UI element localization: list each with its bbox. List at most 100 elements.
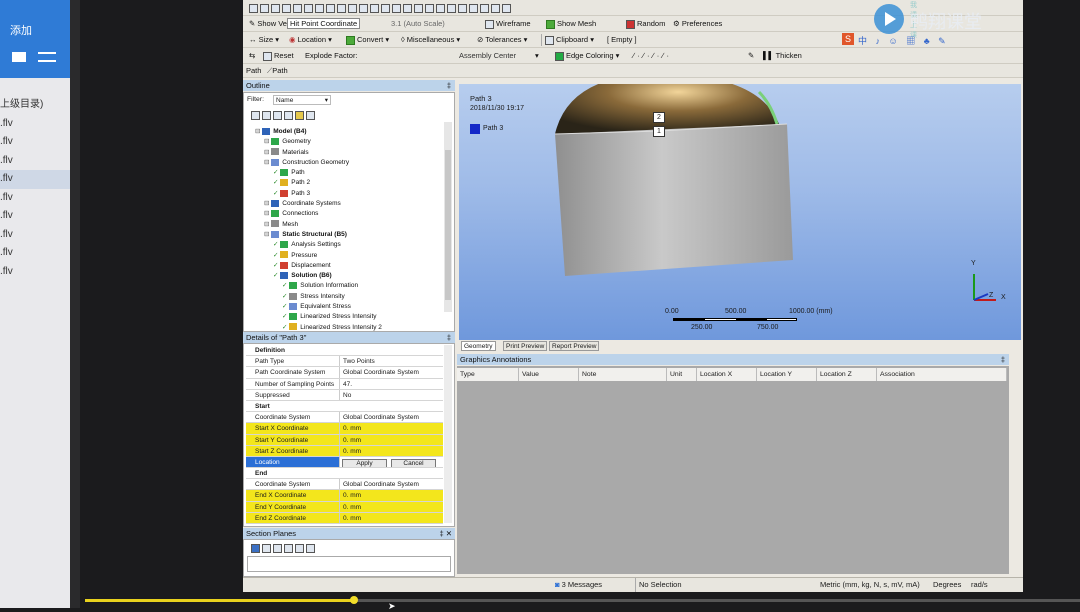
element-icon[interactable] (348, 3, 357, 13)
tree-item[interactable]: ✓ Stress Intensity (255, 292, 455, 302)
add-button[interactable]: 添加 (10, 22, 32, 38)
col-association[interactable]: Association (877, 368, 1007, 381)
sort-icon[interactable] (306, 111, 315, 120)
path-button[interactable]: ⟋Path (267, 65, 288, 77)
pan-icon[interactable] (282, 3, 291, 13)
tree-item[interactable]: ⊟ Mesh (255, 220, 455, 230)
col-note[interactable]: Note (579, 368, 667, 381)
tree-expander-icon[interactable]: ⊟ (264, 221, 271, 228)
camera-icon[interactable] (469, 3, 478, 13)
toolbar-icon-row[interactable] (249, 2, 513, 14)
assembly-center-select[interactable]: Assembly Center (459, 50, 516, 62)
tree-check-icon[interactable]: ✓ (273, 262, 280, 269)
viewport-icon[interactable] (502, 3, 511, 13)
details-section[interactable]: Definition (246, 345, 443, 357)
tree-item[interactable]: ✓ Pressure (255, 251, 455, 261)
tree-check-icon[interactable]: ✓ (273, 252, 280, 259)
details-row[interactable]: Suppressed No (246, 389, 443, 401)
tree-check-icon[interactable]: ✓ (282, 282, 289, 289)
playlist-item[interactable]: .flv (0, 207, 70, 226)
tab-report-preview[interactable]: Report Preview (549, 341, 600, 351)
up-icon[interactable] (273, 111, 282, 120)
details-value[interactable]: Global Coordinate System (340, 479, 443, 489)
details-value[interactable]: 0. mm (340, 423, 443, 433)
details-value[interactable]: 0. mm (340, 490, 443, 500)
tree-item[interactable]: ✓ Path 2 (255, 178, 455, 188)
zoom-icon[interactable] (260, 3, 269, 13)
details-row[interactable]: End Z Coordinate 0. mm (246, 512, 443, 524)
details-scrollbar[interactable] (444, 345, 452, 523)
next-view-icon[interactable] (491, 3, 500, 13)
body-icon[interactable] (326, 3, 335, 13)
tree-check-icon[interactable]: ✓ (282, 313, 289, 320)
playlist-item[interactable]: .flv (0, 263, 70, 282)
node-icon[interactable] (337, 3, 346, 13)
show-mesh-button[interactable]: Show Mesh (546, 18, 596, 30)
size-dropdown[interactable]: ↔ Size ▾ (249, 34, 279, 46)
graphics-viewport[interactable]: Path 3 2018/11/30 19:17 Path 3 2 1 0.00 … (459, 84, 1021, 340)
details-row[interactable]: Path Type Two Points (246, 356, 443, 368)
details-row[interactable]: End X Coordinate 0. mm (246, 490, 443, 502)
wireframe-button[interactable]: Wireframe (485, 18, 531, 30)
rotation-units-status[interactable]: rad/s (971, 580, 988, 589)
collapse-icon[interactable] (262, 111, 271, 120)
zoom-fit-icon[interactable] (436, 3, 445, 13)
progress-knob[interactable] (349, 596, 358, 604)
tree-item[interactable]: ⊟ Materials (255, 148, 455, 158)
tree-check-icon[interactable]: ✓ (282, 293, 289, 300)
explode-icon[interactable]: ⇆ (249, 50, 255, 62)
details-row[interactable]: Start Y Coordinate 0. mm (246, 434, 443, 446)
reset-button[interactable]: Reset (263, 50, 294, 62)
assembly-center-chevron-icon[interactable]: ▾ (535, 50, 539, 62)
playlist-item[interactable]: .flv (0, 244, 70, 263)
col-unit[interactable]: Unit (667, 368, 697, 381)
tree-expander-icon[interactable]: ⊟ (264, 138, 271, 145)
col-value[interactable]: Value (519, 368, 579, 381)
tree-item[interactable]: ⊟ Construction Geometry (255, 158, 455, 168)
tree-expander-icon[interactable]: ⊟ (264, 149, 271, 156)
show-vertices-toggle[interactable]: ✎ Show Ve (249, 18, 287, 30)
details-row[interactable]: Location Apply Cancel (246, 456, 443, 469)
zoom-out-icon[interactable] (414, 3, 423, 13)
vertex-icon[interactable] (315, 3, 324, 13)
outline-scrollbar-thumb[interactable] (445, 150, 451, 300)
details-value[interactable]: 0. mm (340, 502, 443, 512)
col-location-z[interactable]: Location Z (817, 368, 877, 381)
location-dropdown[interactable]: ◉ Location ▾ (289, 34, 332, 46)
convert-dropdown[interactable]: Convert ▾ (346, 34, 389, 46)
grid-view-icon[interactable] (12, 52, 26, 62)
tree-expander-icon[interactable]: ⊟ (264, 231, 271, 238)
playlist-item[interactable]: .flv (0, 170, 70, 189)
details-row[interactable]: Coordinate System Global Coordinate Syste… (246, 479, 443, 491)
edit-icon[interactable] (306, 544, 315, 553)
details-row[interactable]: Coordinate System Global Coordinate Syste… (246, 412, 443, 424)
playlist-item[interactable]: .flv (0, 115, 70, 134)
tree-check-icon[interactable]: ✓ (282, 324, 289, 331)
details-value[interactable]: Global Coordinate System (340, 367, 443, 377)
section-planes-list[interactable] (247, 556, 451, 572)
details-value[interactable]: 0. mm (340, 513, 443, 523)
tree-item[interactable]: ✓ Equivalent Stress (255, 302, 455, 312)
pin-icon[interactable]: ‡ (1001, 354, 1005, 365)
tree-item[interactable]: ✓ Solution Information (255, 281, 455, 291)
tree-check-icon[interactable]: ✓ (282, 303, 289, 310)
tree-item[interactable]: ✓ Path (255, 168, 455, 178)
tab-geometry[interactable]: Geometry (461, 341, 496, 351)
tree-item[interactable]: ✓ Displacement (255, 261, 455, 271)
playlist-item[interactable]: 上级目录) (0, 96, 70, 115)
tree-check-icon[interactable]: ✓ (273, 179, 280, 186)
random-colors-button[interactable]: Random (626, 18, 665, 30)
list-view-icon[interactable] (38, 52, 56, 62)
pin-icon[interactable]: ‡ (447, 80, 451, 91)
units-status[interactable]: Metric (mm, kg, N, s, mV, mA) (820, 580, 920, 589)
magnify-icon[interactable] (447, 3, 456, 13)
tree-check-icon[interactable]: ✓ (273, 190, 280, 197)
pan-view-icon[interactable] (392, 3, 401, 13)
zoom-in-icon[interactable] (403, 3, 412, 13)
box-select-icon[interactable] (359, 3, 368, 13)
pin-icon[interactable]: ‡ (447, 332, 451, 343)
details-value[interactable]: Global Coordinate System (340, 412, 443, 422)
cancel-button[interactable]: Cancel (391, 458, 436, 468)
details-row[interactable]: Path Coordinate System Global Coordinate … (246, 367, 443, 379)
tree-item[interactable]: ✓ Solution (B6) (255, 271, 455, 281)
